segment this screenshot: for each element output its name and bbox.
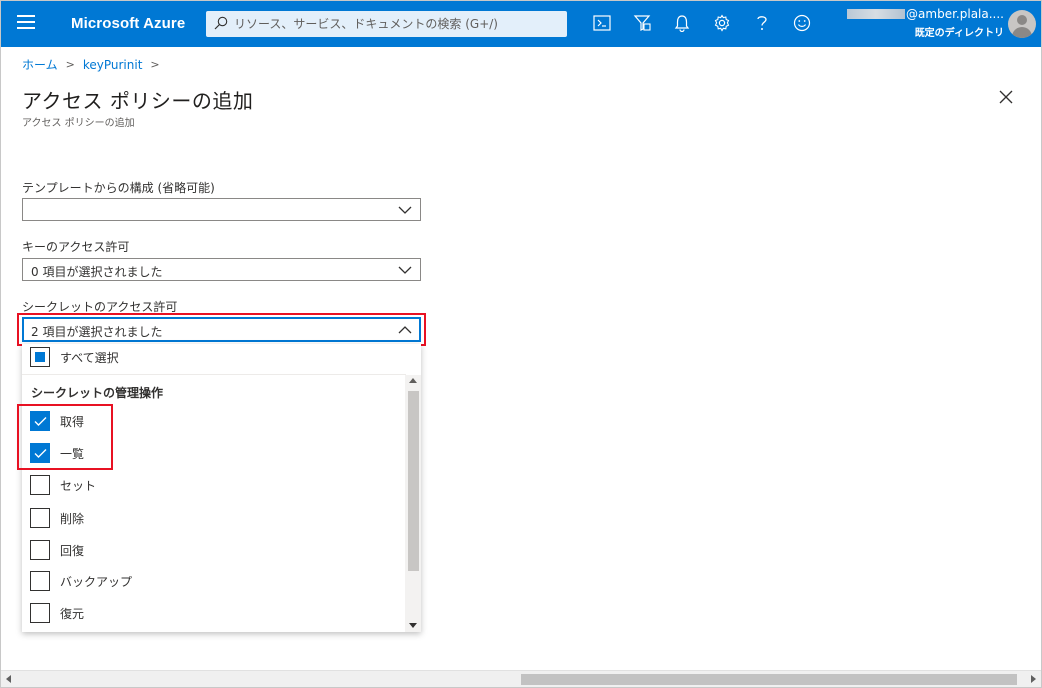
avatar[interactable] [1008,10,1036,38]
highlight-box-checked-items [17,404,113,470]
key-permissions-label: キーのアクセス許可 [22,240,130,254]
option-restore[interactable]: 復元 [30,602,84,624]
search-icon [214,16,228,30]
option-backup-checkbox[interactable] [30,571,50,591]
feedback-smiley-icon[interactable] [792,13,812,33]
chevron-down-icon [398,266,412,274]
option-label: 復元 [60,606,85,621]
help-icon[interactable] [752,13,772,33]
option-label: セット [60,478,97,493]
option-set[interactable]: セット [30,474,96,496]
option-delete[interactable]: 削除 [30,507,84,529]
group-header: シークレットの管理操作 [31,386,164,400]
option-set-checkbox[interactable] [30,475,50,495]
select-all-option[interactable]: すべて選択 [30,346,119,368]
option-label: 回復 [60,543,85,558]
option-restore-checkbox[interactable] [30,603,50,623]
page-title: アクセス ポリシーの追加 [22,89,254,113]
option-delete-checkbox[interactable] [30,508,50,528]
option-label: 削除 [60,511,85,526]
secret-permissions-select[interactable]: 2 項目が選択されました [22,317,421,342]
redacted-username [847,9,906,19]
settings-gear-icon[interactable] [712,13,732,33]
top-bar: Microsoft Azure @amber.plala.... 既定のディレク… [1,1,1041,47]
directory-filter-icon[interactable] [632,13,652,33]
page-subtitle: アクセス ポリシーの追加 [22,118,135,129]
template-select[interactable] [22,198,421,221]
select-all-checkbox[interactable] [30,347,50,367]
chevron-right-icon: > [150,58,160,71]
scroll-up-arrow-icon[interactable] [409,378,417,383]
global-search[interactable] [206,11,567,37]
option-recover-checkbox[interactable] [30,540,50,560]
close-icon[interactable] [997,88,1015,106]
secret-permissions-value: 2 項目が選択されました [31,325,163,339]
account-info[interactable]: @amber.plala.... 既定のディレクトリ [839,7,1004,39]
option-recover[interactable]: 回復 [30,539,84,561]
template-label: テンプレートからの構成 (省略可能) [22,181,215,195]
scroll-right-arrow-icon[interactable] [1031,675,1036,683]
chevron-right-icon: > [65,58,75,71]
horizontal-scrollbar[interactable] [1,670,1041,687]
key-permissions-select[interactable]: 0 項目が選択されました [22,258,421,281]
chevron-down-icon [398,206,412,214]
option-backup[interactable]: バックアップ [30,570,132,592]
cloud-shell-icon[interactable] [592,13,612,33]
scroll-left-arrow-icon[interactable] [6,675,11,683]
option-label: バックアップ [60,574,133,589]
key-permissions-value: 0 項目が選択されました [31,265,163,279]
account-directory: 既定のディレクトリ [914,28,1004,39]
hamburger-menu-icon[interactable] [17,15,35,31]
notifications-bell-icon[interactable] [672,13,692,33]
scrollbar-thumb[interactable] [408,391,419,571]
breadcrumb-home[interactable]: ホーム [22,56,58,73]
scrollbar-thumb[interactable] [521,674,1017,685]
select-all-label: すべて選択 [60,350,119,365]
account-user: @amber.plala.... [839,7,1004,21]
brand-name[interactable]: Microsoft Azure [71,15,185,32]
chevron-up-icon [398,326,412,334]
breadcrumb: ホーム > keyPurinit > [22,56,168,73]
secret-permissions-dropdown: すべて選択 シークレットの管理操作 取得 一覧 セット 削除 回復 バックアップ… [22,344,421,632]
search-input[interactable] [234,11,559,37]
dropdown-scrollbar[interactable] [405,375,421,632]
divider [22,374,406,375]
scroll-down-arrow-icon[interactable] [409,623,417,628]
breadcrumb-keyvault[interactable]: keyPurinit [83,58,143,72]
